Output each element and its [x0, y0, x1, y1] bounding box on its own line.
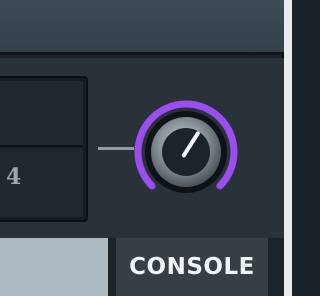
- knob-icon: [134, 100, 238, 193]
- connector-line: [98, 147, 134, 150]
- scene-number: 4: [6, 164, 22, 190]
- header-bar: [0, 0, 292, 55]
- scene-display[interactable]: [0, 76, 88, 222]
- scene-display-upper: [0, 81, 83, 147]
- mixer-panel: 4 CONSOLE: [0, 0, 292, 296]
- fader-strip[interactable]: [0, 238, 108, 296]
- console-button[interactable]: CONSOLE: [116, 238, 268, 296]
- window-edge: [284, 0, 292, 296]
- rotary-knob[interactable]: [132, 98, 240, 206]
